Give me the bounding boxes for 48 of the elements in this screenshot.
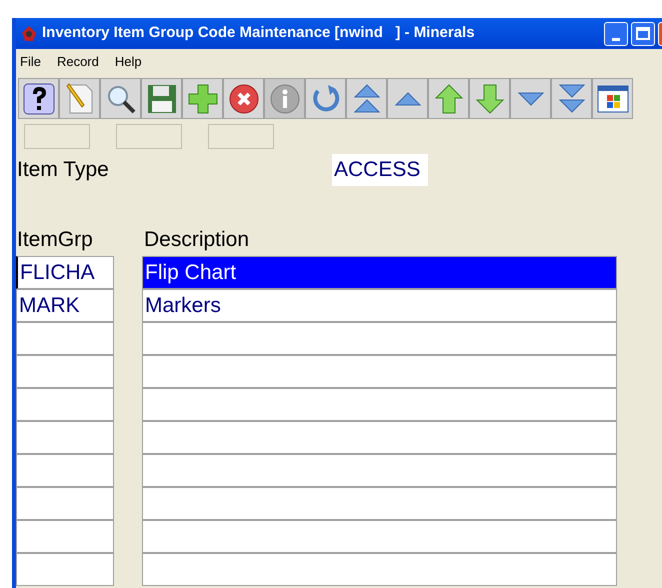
item-group-cell[interactable]: MARK	[16, 289, 114, 322]
description-cell[interactable]	[142, 454, 617, 487]
minimize-icon	[612, 38, 620, 40]
item-group-cell[interactable]	[16, 355, 114, 388]
window-title: Inventory Item Group Code Maintenance [nwind ] - Minerals	[42, 23, 475, 44]
description-cell[interactable]	[142, 421, 617, 454]
item-group-cell[interactable]	[16, 421, 114, 454]
input-field[interactable]	[208, 124, 274, 149]
item-group-cell[interactable]	[16, 487, 114, 520]
item-group-cell[interactable]	[16, 322, 114, 355]
description-cell[interactable]	[142, 520, 617, 553]
description-cell[interactable]	[142, 487, 617, 520]
minimize-button[interactable]	[604, 22, 628, 46]
up-arrow-icon	[432, 82, 464, 114]
item-group-cell[interactable]	[16, 553, 114, 586]
window-icon	[596, 82, 628, 114]
menu-item[interactable]: File	[20, 52, 41, 72]
toolbar-button[interactable]	[223, 78, 264, 119]
close-icon	[228, 82, 260, 114]
column-header: ItemGrp	[17, 226, 94, 252]
description-cell[interactable]	[142, 355, 617, 388]
down-arrow-icon	[474, 82, 506, 114]
menu-item[interactable]: Help	[114, 52, 142, 72]
toolbar-button[interactable]	[592, 78, 633, 119]
maximize-icon	[636, 27, 650, 40]
maximize-button[interactable]	[631, 22, 655, 46]
item-group-cell[interactable]	[16, 454, 114, 487]
input-field[interactable]	[24, 124, 90, 149]
input-field[interactable]	[116, 124, 182, 149]
column-header: Description	[144, 226, 250, 252]
item-type-field[interactable]: ACCESS	[332, 154, 428, 186]
item-type-label: Item Type	[17, 157, 110, 184]
info-icon	[268, 82, 300, 114]
description-cell[interactable]: Markers	[142, 289, 617, 322]
item-group-cell[interactable]: FLICHA	[16, 256, 114, 289]
app-icon	[20, 24, 38, 42]
description-cell[interactable]	[142, 322, 617, 355]
menu-item[interactable]: Record	[56, 52, 99, 72]
description-cell[interactable]	[142, 553, 617, 586]
item-group-cell[interactable]	[16, 388, 114, 421]
toolbar-button[interactable]	[100, 78, 141, 119]
description-cell[interactable]	[142, 388, 617, 421]
help-icon	[22, 82, 54, 114]
plus-icon	[186, 82, 218, 114]
toolbar-button[interactable]	[18, 78, 59, 119]
pencil-page-icon	[64, 82, 96, 114]
description-cell[interactable]: Flip Chart	[142, 256, 617, 289]
item-group-cell[interactable]	[16, 520, 114, 553]
